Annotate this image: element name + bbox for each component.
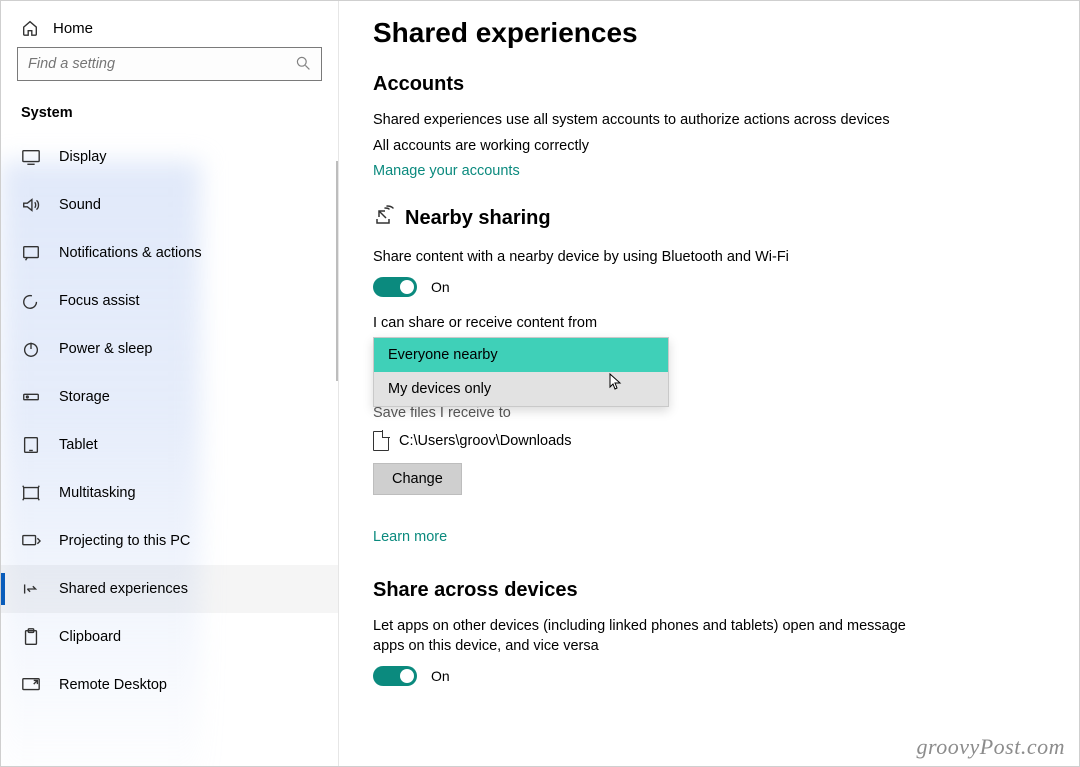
sidebar-item-multitasking[interactable]: Multitasking <box>1 469 338 517</box>
projecting-icon <box>21 531 41 551</box>
sidebar-scrollbar[interactable] <box>336 161 338 381</box>
watermark: groovyPost.com <box>916 734 1065 760</box>
multitasking-icon <box>21 483 41 503</box>
save-path-row: C:\Users\groov\Downloads <box>373 431 1043 451</box>
tablet-icon <box>21 435 41 455</box>
sidebar-nav: Display Sound Notifications & actions Fo… <box>1 133 338 709</box>
sidebar-item-label: Display <box>59 149 107 165</box>
home-button[interactable]: Home <box>1 13 338 47</box>
share-icon <box>373 205 395 233</box>
focus-assist-icon <box>21 291 41 311</box>
sidebar-item-label: Focus assist <box>59 293 140 309</box>
shared-experiences-icon <box>21 579 41 599</box>
sidebar-item-label: Power & sleep <box>59 341 153 357</box>
nearby-sharing-heading: Nearby sharing <box>373 205 1043 233</box>
sidebar-item-tablet[interactable]: Tablet <box>1 421 338 469</box>
sidebar-item-power-sleep[interactable]: Power & sleep <box>1 325 338 373</box>
share-receive-dropdown[interactable]: Everyone nearby My devices only <box>373 337 669 407</box>
search-input[interactable] <box>26 55 295 73</box>
learn-more-link[interactable]: Learn more <box>373 529 1043 545</box>
page-title: Shared experiences <box>373 17 1043 49</box>
remote-desktop-icon <box>21 675 41 695</box>
sidebar-item-label: Storage <box>59 389 110 405</box>
notifications-icon <box>21 243 41 263</box>
save-path-text: C:\Users\groov\Downloads <box>399 433 571 449</box>
settings-window: Home System Display Sound Notificat <box>0 0 1080 767</box>
sidebar-item-label: Projecting to this PC <box>59 533 190 549</box>
search-icon <box>295 55 313 73</box>
sidebar-item-label: Notifications & actions <box>59 245 202 261</box>
sidebar-group-title: System <box>1 99 338 133</box>
clipboard-icon <box>21 627 41 647</box>
accounts-status: All accounts are working correctly <box>373 136 933 156</box>
share-across-heading: Share across devices <box>373 579 1043 602</box>
home-label: Home <box>53 20 93 37</box>
sidebar-item-label: Multitasking <box>59 485 136 501</box>
sidebar-item-label: Tablet <box>59 437 98 453</box>
sidebar-item-remote-desktop[interactable]: Remote Desktop <box>1 661 338 709</box>
share-across-toggle[interactable] <box>373 666 417 686</box>
sidebar-item-focus-assist[interactable]: Focus assist <box>1 277 338 325</box>
sidebar-item-label: Sound <box>59 197 101 213</box>
nearby-description: Share content with a nearby device by us… <box>373 247 933 267</box>
sidebar: Home System Display Sound Notificat <box>1 1 339 766</box>
home-icon <box>21 19 39 37</box>
dropdown-option-my-devices[interactable]: My devices only <box>374 372 668 406</box>
sidebar-item-label: Shared experiences <box>59 581 188 597</box>
change-button[interactable]: Change <box>373 463 462 495</box>
save-files-label: Save files I receive to <box>373 405 1043 421</box>
sidebar-item-storage[interactable]: Storage <box>1 373 338 421</box>
nearby-sharing-toggle[interactable] <box>373 277 417 297</box>
share-receive-label: I can share or receive content from <box>373 315 1043 331</box>
sidebar-item-clipboard[interactable]: Clipboard <box>1 613 338 661</box>
sidebar-item-projecting[interactable]: Projecting to this PC <box>1 517 338 565</box>
accounts-heading: Accounts <box>373 73 1043 96</box>
sidebar-item-sound[interactable]: Sound <box>1 181 338 229</box>
nearby-heading-text: Nearby sharing <box>405 207 551 230</box>
dropdown-option-everyone[interactable]: Everyone nearby <box>374 338 668 372</box>
main-panel: Shared experiences Accounts Shared exper… <box>339 1 1079 766</box>
share-across-toggle-state: On <box>431 668 450 684</box>
sidebar-item-shared-experiences[interactable]: Shared experiences <box>1 565 338 613</box>
search-box[interactable] <box>17 47 322 81</box>
manage-accounts-link[interactable]: Manage your accounts <box>373 163 1043 179</box>
sidebar-item-label: Clipboard <box>59 629 121 645</box>
display-icon <box>21 147 41 167</box>
sidebar-item-display[interactable]: Display <box>1 133 338 181</box>
power-icon <box>21 339 41 359</box>
sidebar-item-label: Remote Desktop <box>59 677 167 693</box>
sidebar-item-notifications[interactable]: Notifications & actions <box>1 229 338 277</box>
share-across-description: Let apps on other devices (including lin… <box>373 616 933 657</box>
folder-icon <box>373 431 389 451</box>
accounts-description: Shared experiences use all system accoun… <box>373 110 933 130</box>
nearby-toggle-state: On <box>431 279 450 295</box>
sound-icon <box>21 195 41 215</box>
storage-icon <box>21 387 41 407</box>
